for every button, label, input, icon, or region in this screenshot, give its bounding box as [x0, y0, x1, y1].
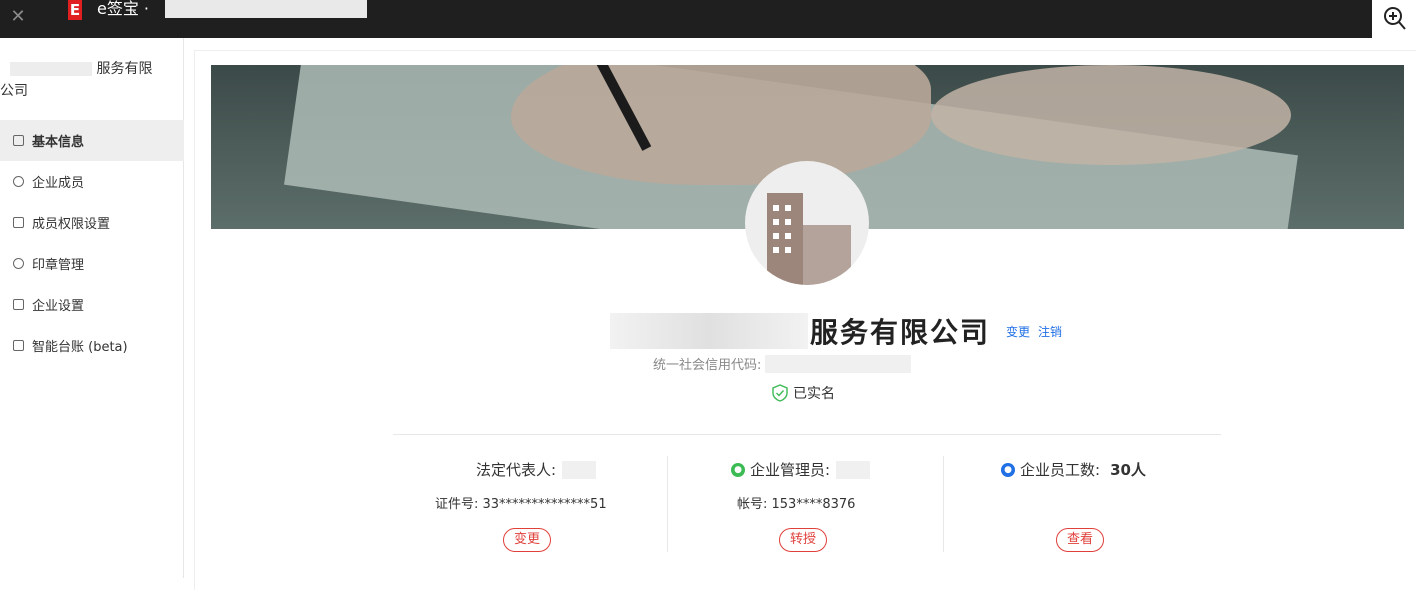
members-icon	[13, 176, 24, 187]
building-icon	[803, 225, 851, 285]
sidebar-item-ledger[interactable]: 智能台账 (beta)	[0, 325, 184, 366]
cancel-company-link[interactable]: 注销	[1038, 323, 1062, 340]
legal-rep-label: 法定代表人:	[476, 461, 557, 479]
company-short-suffix: 服务有限	[96, 61, 153, 77]
sidebar: 服务有限 公司 基本信息 企业成员 成员权限设置 印章管理 企业设置 智能台账 …	[0, 38, 184, 578]
admin-account: 帐号: 153****8376	[737, 497, 856, 512]
sidebar-item-label: 智能台账 (beta)	[32, 340, 128, 355]
employee-count: 30人	[1110, 461, 1146, 479]
company-avatar	[745, 161, 869, 285]
transfer-admin-button[interactable]: 转授	[779, 528, 828, 552]
sidebar-item-members[interactable]: 企业成员	[0, 161, 184, 202]
employees-label: 企业员工数:	[1020, 461, 1101, 479]
window	[785, 233, 791, 239]
legal-rep-id: 证件号: 33**************51	[435, 497, 607, 512]
sidebar-item-label: 企业设置	[32, 299, 85, 314]
company-name-row: 服务有限公司 变更 注销	[610, 313, 1062, 349]
redacted-name	[562, 460, 597, 479]
sidebar-item-seals[interactable]: 印章管理	[0, 243, 184, 284]
verified-status: 已实名	[771, 383, 835, 403]
window	[773, 219, 779, 225]
sidebar-nav: 基本信息 企业成员 成员权限设置 印章管理 企业设置 智能台账 (beta)	[0, 120, 184, 366]
legal-rep-title: 法定代表人:	[476, 459, 597, 480]
building-icon	[767, 193, 803, 285]
redacted-title	[165, 0, 367, 18]
redacted-credit-code	[765, 354, 912, 373]
app-logo: E	[68, 0, 82, 20]
redacted-text	[10, 62, 92, 76]
seal-icon	[13, 258, 24, 269]
close-icon[interactable]: ✕	[8, 7, 28, 27]
employees-title: ● 企业员工数: 30人	[1001, 459, 1146, 480]
company-short-line2: 公司	[0, 83, 28, 99]
column-divider	[667, 456, 668, 552]
column-divider	[943, 456, 944, 552]
permission-icon	[13, 217, 24, 228]
ledger-icon	[13, 340, 24, 351]
sidebar-item-label: 印章管理	[32, 258, 85, 273]
sidebar-company-name: 服务有限 公司	[0, 58, 180, 102]
change-legal-rep-button[interactable]: 变更	[503, 528, 552, 552]
sidebar-item-enterprise-settings[interactable]: 企业设置	[0, 284, 184, 325]
sidebar-item-permissions[interactable]: 成员权限设置	[0, 202, 184, 243]
sidebar-item-label: 成员权限设置	[32, 217, 111, 232]
window	[785, 247, 791, 253]
window	[773, 233, 779, 239]
verified-text: 已实名	[793, 386, 835, 402]
view-employees-button[interactable]: 查看	[1056, 528, 1105, 552]
admin-label: 企业管理员:	[750, 461, 831, 479]
redacted-company-name	[610, 313, 808, 349]
window	[773, 247, 779, 253]
divider	[393, 434, 1221, 435]
sidebar-item-basic-info[interactable]: 基本信息	[0, 120, 184, 161]
settings-doc-icon	[13, 299, 24, 310]
window	[773, 205, 779, 211]
redacted-name	[836, 460, 871, 479]
window	[785, 205, 791, 211]
zoom-in-icon	[1384, 7, 1406, 30]
employees-icon: ●	[1001, 462, 1015, 477]
banner-hand	[931, 65, 1291, 165]
admin-title: ● 企业管理员:	[731, 459, 871, 480]
window	[785, 219, 791, 225]
credit-code-label: 统一社会信用代码:	[653, 358, 762, 373]
app-title: e签宝 ·	[97, 0, 150, 18]
document-icon	[13, 135, 24, 146]
credit-code: 统一社会信用代码:	[653, 354, 912, 373]
main-panel: 服务有限公司 变更 注销 统一社会信用代码: 已实名 法定代表人: 证件号: 3…	[194, 50, 1416, 590]
verified-shield-icon	[772, 384, 788, 402]
sidebar-item-label: 基本信息	[32, 135, 85, 150]
banner-hand	[511, 65, 931, 185]
change-company-link[interactable]: 变更	[1006, 323, 1030, 340]
company-name: 服务有限公司	[810, 316, 991, 349]
admin-user-icon: ●	[731, 462, 745, 477]
zoom-in-button[interactable]	[1372, 0, 1416, 40]
sidebar-item-label: 企业成员	[32, 176, 85, 191]
title-bar: ✕ E e签宝 ·	[0, 0, 1416, 38]
